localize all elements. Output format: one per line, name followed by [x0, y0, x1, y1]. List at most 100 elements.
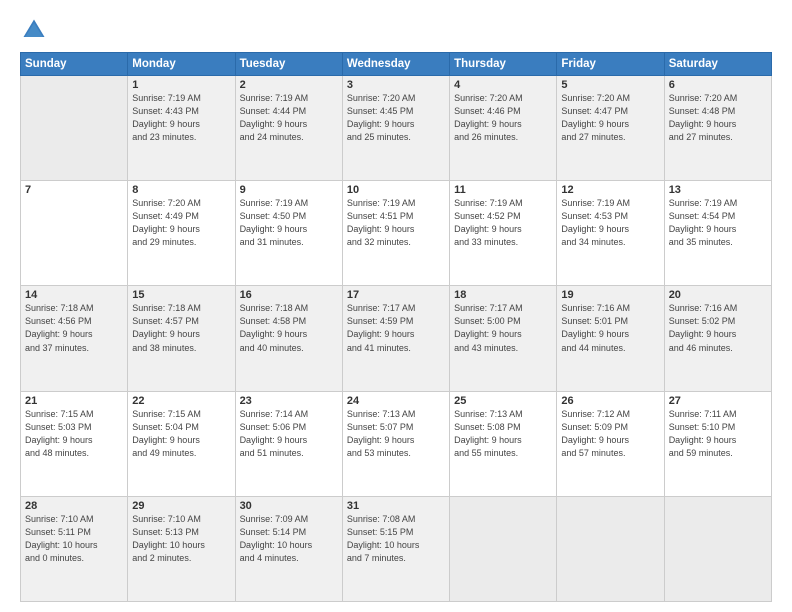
calendar-cell: 12Sunrise: 7:19 AMSunset: 4:53 PMDayligh… [557, 181, 664, 286]
weekday-header-row: SundayMondayTuesdayWednesdayThursdayFrid… [21, 53, 772, 76]
calendar-cell: 24Sunrise: 7:13 AMSunset: 5:07 PMDayligh… [342, 391, 449, 496]
day-number: 29 [132, 500, 230, 512]
day-number: 10 [347, 184, 445, 196]
day-number: 1 [132, 79, 230, 91]
calendar-cell [21, 76, 128, 181]
calendar-cell: 6Sunrise: 7:20 AMSunset: 4:48 PMDaylight… [664, 76, 771, 181]
day-number: 25 [454, 395, 552, 407]
day-number: 17 [347, 289, 445, 301]
weekday-header-sunday: Sunday [21, 53, 128, 76]
day-info: Sunrise: 7:16 AMSunset: 5:02 PMDaylight:… [669, 302, 767, 354]
calendar-table: SundayMondayTuesdayWednesdayThursdayFrid… [20, 52, 772, 602]
calendar-cell: 7 [21, 181, 128, 286]
day-info: Sunrise: 7:20 AMSunset: 4:47 PMDaylight:… [561, 92, 659, 144]
calendar-cell: 17Sunrise: 7:17 AMSunset: 4:59 PMDayligh… [342, 286, 449, 391]
day-number: 20 [669, 289, 767, 301]
day-number: 8 [132, 184, 230, 196]
day-info: Sunrise: 7:20 AMSunset: 4:49 PMDaylight:… [132, 197, 230, 249]
calendar-cell: 11Sunrise: 7:19 AMSunset: 4:52 PMDayligh… [450, 181, 557, 286]
day-number: 4 [454, 79, 552, 91]
day-number: 30 [240, 500, 338, 512]
day-number: 31 [347, 500, 445, 512]
calendar-cell: 14Sunrise: 7:18 AMSunset: 4:56 PMDayligh… [21, 286, 128, 391]
page: SundayMondayTuesdayWednesdayThursdayFrid… [0, 0, 792, 612]
calendar-cell [557, 496, 664, 601]
day-info: Sunrise: 7:18 AMSunset: 4:58 PMDaylight:… [240, 302, 338, 354]
day-number: 19 [561, 289, 659, 301]
day-info: Sunrise: 7:17 AMSunset: 4:59 PMDaylight:… [347, 302, 445, 354]
calendar-cell: 3Sunrise: 7:20 AMSunset: 4:45 PMDaylight… [342, 76, 449, 181]
day-number: 22 [132, 395, 230, 407]
day-number: 14 [25, 289, 123, 301]
day-info: Sunrise: 7:15 AMSunset: 5:04 PMDaylight:… [132, 408, 230, 460]
day-info: Sunrise: 7:20 AMSunset: 4:46 PMDaylight:… [454, 92, 552, 144]
calendar-cell: 26Sunrise: 7:12 AMSunset: 5:09 PMDayligh… [557, 391, 664, 496]
day-info: Sunrise: 7:18 AMSunset: 4:56 PMDaylight:… [25, 302, 123, 354]
day-info: Sunrise: 7:13 AMSunset: 5:07 PMDaylight:… [347, 408, 445, 460]
day-info: Sunrise: 7:19 AMSunset: 4:52 PMDaylight:… [454, 197, 552, 249]
day-info: Sunrise: 7:17 AMSunset: 5:00 PMDaylight:… [454, 302, 552, 354]
calendar-cell: 2Sunrise: 7:19 AMSunset: 4:44 PMDaylight… [235, 76, 342, 181]
calendar-cell: 19Sunrise: 7:16 AMSunset: 5:01 PMDayligh… [557, 286, 664, 391]
day-number: 27 [669, 395, 767, 407]
day-number: 28 [25, 500, 123, 512]
day-number: 5 [561, 79, 659, 91]
calendar-week-row: 1Sunrise: 7:19 AMSunset: 4:43 PMDaylight… [21, 76, 772, 181]
day-number: 24 [347, 395, 445, 407]
day-info: Sunrise: 7:20 AMSunset: 4:48 PMDaylight:… [669, 92, 767, 144]
day-number: 21 [25, 395, 123, 407]
day-info: Sunrise: 7:10 AMSunset: 5:11 PMDaylight:… [25, 513, 123, 565]
weekday-header-tuesday: Tuesday [235, 53, 342, 76]
day-info: Sunrise: 7:19 AMSunset: 4:54 PMDaylight:… [669, 197, 767, 249]
day-info: Sunrise: 7:19 AMSunset: 4:43 PMDaylight:… [132, 92, 230, 144]
calendar-cell: 1Sunrise: 7:19 AMSunset: 4:43 PMDaylight… [128, 76, 235, 181]
day-number: 3 [347, 79, 445, 91]
calendar-week-row: 78Sunrise: 7:20 AMSunset: 4:49 PMDayligh… [21, 181, 772, 286]
day-info: Sunrise: 7:19 AMSunset: 4:51 PMDaylight:… [347, 197, 445, 249]
day-info: Sunrise: 7:15 AMSunset: 5:03 PMDaylight:… [25, 408, 123, 460]
day-number: 18 [454, 289, 552, 301]
calendar-cell: 29Sunrise: 7:10 AMSunset: 5:13 PMDayligh… [128, 496, 235, 601]
day-info: Sunrise: 7:13 AMSunset: 5:08 PMDaylight:… [454, 408, 552, 460]
calendar-cell: 16Sunrise: 7:18 AMSunset: 4:58 PMDayligh… [235, 286, 342, 391]
day-info: Sunrise: 7:16 AMSunset: 5:01 PMDaylight:… [561, 302, 659, 354]
weekday-header-friday: Friday [557, 53, 664, 76]
weekday-header-wednesday: Wednesday [342, 53, 449, 76]
day-number: 16 [240, 289, 338, 301]
calendar-cell: 8Sunrise: 7:20 AMSunset: 4:49 PMDaylight… [128, 181, 235, 286]
calendar-cell: 5Sunrise: 7:20 AMSunset: 4:47 PMDaylight… [557, 76, 664, 181]
day-info: Sunrise: 7:11 AMSunset: 5:10 PMDaylight:… [669, 408, 767, 460]
day-info: Sunrise: 7:18 AMSunset: 4:57 PMDaylight:… [132, 302, 230, 354]
day-info: Sunrise: 7:19 AMSunset: 4:44 PMDaylight:… [240, 92, 338, 144]
calendar-cell: 10Sunrise: 7:19 AMSunset: 4:51 PMDayligh… [342, 181, 449, 286]
day-number: 13 [669, 184, 767, 196]
calendar-cell: 28Sunrise: 7:10 AMSunset: 5:11 PMDayligh… [21, 496, 128, 601]
day-number: 7 [25, 184, 123, 196]
day-number: 6 [669, 79, 767, 91]
calendar-cell: 20Sunrise: 7:16 AMSunset: 5:02 PMDayligh… [664, 286, 771, 391]
day-info: Sunrise: 7:09 AMSunset: 5:14 PMDaylight:… [240, 513, 338, 565]
day-number: 23 [240, 395, 338, 407]
calendar-cell: 31Sunrise: 7:08 AMSunset: 5:15 PMDayligh… [342, 496, 449, 601]
calendar-cell: 22Sunrise: 7:15 AMSunset: 5:04 PMDayligh… [128, 391, 235, 496]
weekday-header-thursday: Thursday [450, 53, 557, 76]
day-number: 11 [454, 184, 552, 196]
day-info: Sunrise: 7:08 AMSunset: 5:15 PMDaylight:… [347, 513, 445, 565]
day-info: Sunrise: 7:12 AMSunset: 5:09 PMDaylight:… [561, 408, 659, 460]
calendar-cell: 30Sunrise: 7:09 AMSunset: 5:14 PMDayligh… [235, 496, 342, 601]
calendar-cell: 15Sunrise: 7:18 AMSunset: 4:57 PMDayligh… [128, 286, 235, 391]
calendar-week-row: 28Sunrise: 7:10 AMSunset: 5:11 PMDayligh… [21, 496, 772, 601]
day-info: Sunrise: 7:19 AMSunset: 4:50 PMDaylight:… [240, 197, 338, 249]
logo [20, 16, 52, 44]
weekday-header-monday: Monday [128, 53, 235, 76]
calendar-cell: 27Sunrise: 7:11 AMSunset: 5:10 PMDayligh… [664, 391, 771, 496]
calendar-cell: 4Sunrise: 7:20 AMSunset: 4:46 PMDaylight… [450, 76, 557, 181]
header [20, 16, 772, 44]
calendar-cell: 25Sunrise: 7:13 AMSunset: 5:08 PMDayligh… [450, 391, 557, 496]
day-number: 15 [132, 289, 230, 301]
calendar-week-row: 14Sunrise: 7:18 AMSunset: 4:56 PMDayligh… [21, 286, 772, 391]
weekday-header-saturday: Saturday [664, 53, 771, 76]
calendar-cell: 21Sunrise: 7:15 AMSunset: 5:03 PMDayligh… [21, 391, 128, 496]
day-info: Sunrise: 7:10 AMSunset: 5:13 PMDaylight:… [132, 513, 230, 565]
calendar-week-row: 21Sunrise: 7:15 AMSunset: 5:03 PMDayligh… [21, 391, 772, 496]
